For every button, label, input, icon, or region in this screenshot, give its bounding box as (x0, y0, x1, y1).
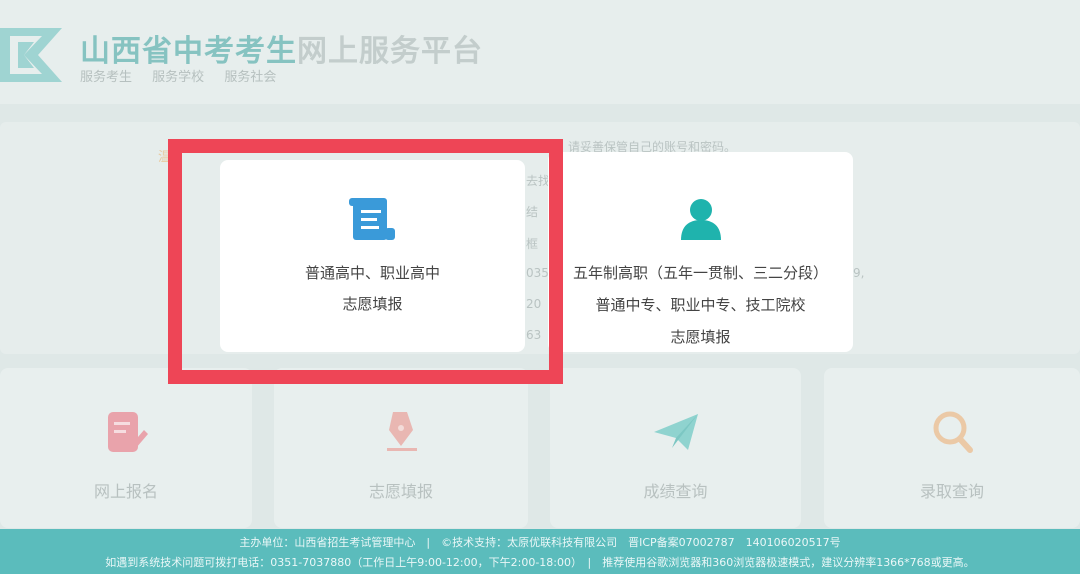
notice-fragment: 去找 (526, 174, 551, 188)
paper-plane-icon (653, 414, 698, 450)
card-volunteer-application[interactable]: 志愿填报 (274, 368, 528, 528)
notice-fragment: 63 (526, 328, 542, 342)
notice-label: 温 (158, 150, 172, 165)
card-label: 网上报名 (93, 482, 158, 501)
option-vocational-school[interactable]: 五年制高职（五年一贯制、三二分段） 普通中专、职业中专、技工院校 志愿填报 (548, 152, 853, 352)
edit-form-icon (108, 412, 148, 452)
notice-fragment: 9, (853, 266, 865, 280)
notice-fragment: 框 (526, 237, 539, 251)
sub-nav-item[interactable]: 服务学校 (152, 70, 204, 85)
option-schools: 普通中专、职业中专、技工院校 (595, 296, 806, 314)
logo-icon (0, 28, 62, 82)
footer-contact: 如遇到系统技术问题可拨打电话：0351-7037880（工作日上午9:00-12… (105, 556, 975, 569)
card-online-registration[interactable]: 网上报名 (0, 368, 252, 528)
option-subtitle: 志愿填报 (670, 328, 731, 346)
card-label: 志愿填报 (368, 482, 433, 501)
card-score-query[interactable]: 成绩查询 (550, 368, 801, 528)
sub-nav: 服务考生 服务学校 服务社会 (80, 66, 292, 85)
card-label: 录取查询 (919, 482, 984, 501)
notice-fragment: 20 (526, 297, 542, 311)
notice-fragment: 结 (526, 205, 539, 219)
option-subtitle: 志愿填报 (342, 295, 403, 313)
card-admission-query[interactable]: 录取查询 (824, 368, 1080, 528)
site-title-main: 山西省中考考生 (80, 34, 297, 69)
site-title: 山西省中考考生网上服务平台 (80, 26, 483, 70)
card-label: 成绩查询 (643, 482, 708, 501)
scroll-document-icon (348, 198, 395, 240)
pen-nib-icon (387, 412, 417, 451)
option-title: 普通高中、职业高中 (304, 264, 440, 282)
magnifier-icon (933, 411, 973, 453)
person-icon (680, 199, 721, 240)
header: 山西省中考考生网上服务平台 服务考生 服务学校 服务社会 (0, 0, 1080, 104)
notice-fragment: 035 (526, 266, 549, 280)
footer-info: 主办单位：山西省招生考试管理中心 | ©技术支持：太原优联科技有限公司 晋ICP… (239, 536, 841, 549)
footer: 主办单位：山西省招生考试管理中心 | ©技术支持：太原优联科技有限公司 晋ICP… (0, 529, 1080, 574)
option-title: 五年制高职（五年一贯制、三二分段） (572, 264, 828, 282)
sub-nav-item[interactable]: 服务社会 (224, 70, 276, 85)
sub-nav-item[interactable]: 服务考生 (80, 70, 132, 85)
option-general-high-school[interactable]: 普通高中、职业高中 志愿填报 (220, 160, 525, 352)
site-title-sub: 网上服务平台 (297, 34, 483, 69)
